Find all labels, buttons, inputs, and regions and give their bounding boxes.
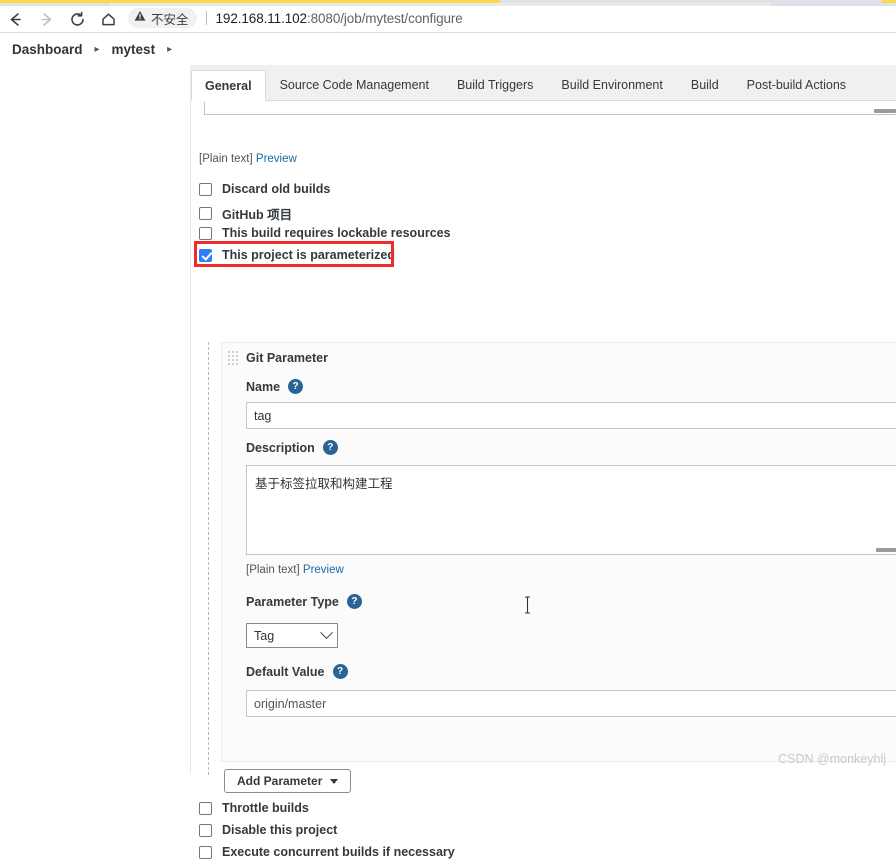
description-textarea[interactable]: 基于标签拉取和构建工程: [246, 465, 896, 555]
breadcrumb-separator-2[interactable]: ▸: [167, 44, 172, 55]
description-label-text: Description: [246, 441, 315, 455]
help-icon-parameter-type[interactable]: ?: [347, 594, 362, 609]
help-icon-default-value[interactable]: ?: [333, 664, 348, 679]
project-description-plaintext-row: [Plain text] Preview: [199, 153, 297, 165]
caret-down-icon: [330, 779, 338, 784]
resize-grip-icon[interactable]: [874, 109, 896, 113]
back-arrow-icon[interactable]: [0, 6, 31, 32]
checkbox-project-is-parameterized[interactable]: [199, 249, 212, 262]
checkbox-label-throttle-builds[interactable]: Throttle builds: [222, 801, 309, 815]
parameter-type-label-text: Parameter Type: [246, 595, 339, 609]
parameter-type-value: Tag: [254, 629, 274, 643]
checkbox-discard-old-builds[interactable]: [199, 183, 212, 196]
help-icon-description[interactable]: ?: [323, 440, 338, 455]
checkbox-label-project-is-parameterized[interactable]: This project is parameterized: [222, 248, 395, 262]
checkbox-github-project[interactable]: [199, 207, 212, 220]
reload-icon[interactable]: [62, 6, 93, 32]
preview-link[interactable]: Preview: [256, 153, 297, 165]
checkbox-row-execute-concurrent-builds[interactable]: Execute concurrent builds if necessary: [199, 845, 455, 859]
add-parameter-button[interactable]: Add Parameter: [224, 769, 351, 793]
general-form: [Plain text] Preview Discard old builds …: [191, 102, 896, 774]
watermark: CSDN @monkeyhlj: [778, 752, 886, 766]
sidebar-region: [0, 65, 190, 774]
checkbox-row-github-project[interactable]: GitHub 项目: [199, 204, 292, 223]
site-security-badge[interactable]: 不安全: [128, 8, 197, 28]
url-host: 192.168.11.102: [216, 11, 307, 26]
tab-build-environment[interactable]: Build Environment: [547, 70, 676, 100]
git-parameter-title: Git Parameter: [246, 351, 328, 365]
checkbox-row-disable-this-project[interactable]: Disable this project: [199, 823, 337, 837]
config-tabbar: General Source Code Management Build Tri…: [191, 65, 896, 101]
help-icon-name[interactable]: ?: [288, 379, 303, 394]
checkbox-row-throttle-builds[interactable]: Throttle builds: [199, 801, 309, 815]
address-url[interactable]: 192.168.11.102:8080/job/mytest/configure: [216, 11, 463, 26]
checkbox-label-disable-this-project[interactable]: Disable this project: [222, 823, 337, 837]
browser-tab-secondary[interactable]: [882, 0, 896, 3]
configure-content: General Source Code Management Build Tri…: [190, 65, 896, 774]
chevron-down-icon: [320, 626, 333, 639]
checkbox-lockable-resources[interactable]: [199, 227, 212, 240]
tab-general[interactable]: General: [191, 70, 266, 101]
drag-handle-icon[interactable]: [228, 351, 239, 366]
description-field-label: Description ?: [246, 440, 338, 455]
checkbox-disable-this-project[interactable]: [199, 824, 212, 837]
warning-triangle-icon: [134, 9, 146, 27]
default-value-label-text: Default Value: [246, 665, 325, 679]
address-separator: [206, 11, 207, 25]
project-description-textarea[interactable]: [204, 102, 896, 115]
breadcrumb-item-dashboard[interactable]: Dashboard: [12, 42, 83, 57]
description-preview-link[interactable]: Preview: [303, 564, 344, 576]
browser-nav-buttons: [0, 6, 124, 32]
name-input[interactable]: tag: [246, 402, 896, 429]
description-resize-grip-icon[interactable]: [876, 548, 896, 552]
description-textarea-value: 基于标签拉取和构建工程: [255, 477, 393, 491]
breadcrumb-separator-1: ▸: [95, 44, 100, 55]
tab-build-triggers[interactable]: Build Triggers: [443, 70, 547, 100]
description-plaintext-row: [Plain text] Preview: [246, 564, 344, 576]
checkbox-label-lockable-resources[interactable]: This build requires lockable resources: [222, 226, 451, 240]
url-path: :8080/job/mytest/configure: [307, 11, 463, 26]
security-label: 不安全: [151, 9, 189, 28]
default-value-label: Default Value ?: [246, 664, 348, 679]
parameter-type-select[interactable]: Tag: [246, 623, 338, 648]
checkbox-execute-concurrent-builds[interactable]: [199, 846, 212, 859]
tab-build[interactable]: Build: [677, 70, 733, 100]
default-value-input[interactable]: origin/master: [246, 690, 896, 717]
checkbox-label-execute-concurrent-builds[interactable]: Execute concurrent builds if necessary: [222, 845, 455, 859]
breadcrumb: Dashboard ▸ mytest ▸: [0, 33, 896, 65]
forward-arrow-icon: [31, 6, 62, 32]
description-plain-text-label: [Plain text]: [246, 564, 300, 576]
parameter-type-label: Parameter Type ?: [246, 594, 362, 609]
checkbox-row-discard-old-builds[interactable]: Discard old builds: [199, 182, 330, 196]
checkbox-label-discard-old-builds[interactable]: Discard old builds: [222, 182, 330, 196]
breadcrumb-item-mytest[interactable]: mytest: [112, 42, 156, 57]
home-icon[interactable]: [93, 6, 124, 32]
tab-source-code-management[interactable]: Source Code Management: [266, 70, 443, 100]
git-parameter-panel: Git Parameter Name ? tag Description ? 基…: [221, 342, 896, 762]
checkbox-row-lockable-resources[interactable]: This build requires lockable resources: [199, 226, 451, 240]
checkbox-throttle-builds[interactable]: [199, 802, 212, 815]
checkbox-row-project-is-parameterized[interactable]: This project is parameterized: [199, 248, 395, 262]
parameter-block-guideline: [208, 342, 209, 775]
checkbox-label-github-project[interactable]: GitHub 项目: [222, 204, 292, 223]
address-bar[interactable]: 不安全 192.168.11.102:8080/job/mytest/confi…: [122, 6, 473, 30]
name-field-label: Name ?: [246, 379, 303, 394]
plain-text-label: [Plain text]: [199, 153, 253, 165]
name-label-text: Name: [246, 380, 280, 394]
add-parameter-label: Add Parameter: [237, 774, 322, 788]
page-body: General Source Code Management Build Tri…: [0, 65, 896, 774]
tab-post-build-actions[interactable]: Post-build Actions: [733, 70, 860, 100]
